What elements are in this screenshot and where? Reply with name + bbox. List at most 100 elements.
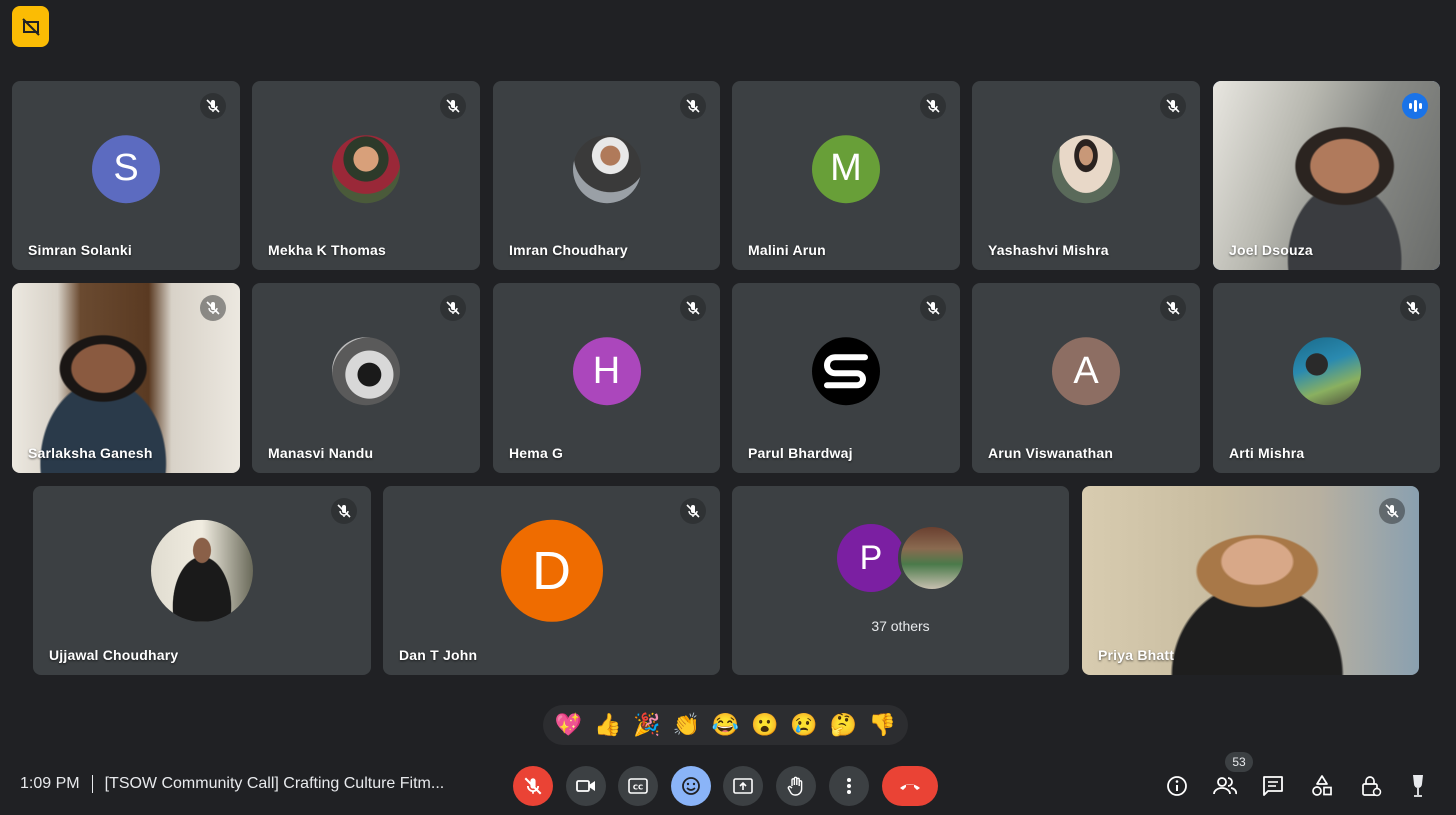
mic-off-icon [200,295,226,321]
leave-call-button[interactable] [882,766,938,806]
avatar [332,134,400,203]
presentation-badge[interactable] [12,6,49,47]
mic-off-icon [440,93,466,119]
mic-off-icon [1160,93,1186,119]
hang-up-icon [900,784,920,790]
participant-tile[interactable]: S Simran Solanki [12,81,240,270]
camera-toggle-button[interactable] [566,766,606,806]
others-tile[interactable]: P 37 others [732,486,1069,675]
thumbs-down-reaction[interactable]: 👎 [869,714,896,736]
participant-name: Hema G [509,445,564,461]
participant-count-badge: 53 [1225,752,1253,772]
mic-off-icon [1379,498,1405,524]
avatar [151,519,253,622]
participant-tile-active-speaker[interactable]: Joel Dsouza [1213,81,1440,270]
clapping-reaction[interactable]: 👏 [673,714,700,736]
others-count-label: 37 others [871,618,930,634]
mic-toggle-button[interactable] [513,766,553,806]
speaking-indicator-icon [1402,93,1428,119]
participant-name: Sarlaksha Ganesh [28,445,153,461]
participant-tile[interactable]: Mekha K Thomas [252,81,480,270]
avatar [572,134,641,203]
people-icon [1213,777,1237,795]
participant-name: Manasvi Nandu [268,445,374,461]
closed-captions-icon: CC [628,778,648,794]
divider [91,775,93,793]
glass-icon [1413,775,1423,797]
activities-button[interactable] [1308,772,1336,800]
mic-off-icon [680,93,706,119]
participant-name: Yashashvi Mishra [988,242,1109,258]
avatar: H [572,337,641,406]
avatar [332,337,400,406]
thinking-reaction[interactable]: 🤔 [829,714,856,736]
participant-tile[interactable]: Manasvi Nandu [252,283,480,473]
people-button[interactable] [1211,772,1239,800]
participant-tile[interactable]: Priya Bhatt [1082,486,1419,675]
participant-name: Parul Bhardwaj [748,445,853,461]
mic-off-icon [200,93,226,119]
avatar [812,337,880,406]
present-screen-button[interactable] [723,766,763,806]
participant-name: Simran Solanki [28,242,132,258]
participant-tile[interactable]: D Dan T John [383,486,720,675]
more-vert-icon [847,778,851,794]
avatar: S [92,134,160,203]
participant-tile[interactable]: A Arun Viswanathan [972,283,1200,473]
participant-tile[interactable]: H Hema G [493,283,720,473]
mic-off-icon [524,777,542,795]
avatar [898,524,966,592]
captions-button[interactable]: CC [618,766,658,806]
lock-person-icon [1362,776,1382,797]
chat-button[interactable] [1259,772,1287,800]
laughing-reaction[interactable]: 😂 [712,714,739,736]
participant-tile[interactable]: Yashashvi Mishra [972,81,1200,270]
no-presentation-icon [21,17,40,36]
mic-off-icon [920,93,946,119]
sparkling-heart-reaction[interactable]: 💖 [555,714,582,736]
participant-tile[interactable]: Ujjawal Choudhary [33,486,371,675]
participant-name: Joel Dsouza [1229,242,1313,258]
participant-name: Arun Viswanathan [988,445,1114,461]
participant-name: Ujjawal Choudhary [49,647,179,663]
meeting-title: [TSOW Community Call] Crafting Culture F… [104,775,445,793]
s-logo-icon [824,354,868,389]
mic-off-icon [680,498,706,524]
avatar: A [1052,337,1120,406]
mic-off-icon [680,295,706,321]
avatar [1292,337,1361,406]
participant-name: Imran Choudhary [509,242,628,258]
participant-tile[interactable]: Arti Mishra [1213,283,1440,473]
emoji-smile-icon [682,777,700,795]
host-controls-button[interactable] [1357,772,1385,800]
raise-hand-button[interactable] [776,766,816,806]
avatar: D [500,519,603,622]
companion-button[interactable] [1404,772,1432,800]
meeting-info: 1:09 PM [TSOW Community Call] Crafting Cu… [20,775,444,793]
participant-name: Mekha K Thomas [268,242,386,258]
svg-text:CC: CC [633,784,643,792]
mic-off-icon [331,498,357,524]
meeting-time: 1:09 PM [20,775,80,793]
more-options-button[interactable] [829,766,869,806]
avatar [1052,134,1120,203]
thumbs-up-reaction[interactable]: 👍 [594,714,621,736]
mic-off-icon [920,295,946,321]
participant-tile[interactable]: Sarlaksha Ganesh [12,283,240,473]
meeting-details-button[interactable] [1163,772,1191,800]
reactions-bar: 💖 👍 🎉 👏 😂 😮 😢 🤔 👎 [543,705,908,745]
mic-off-icon [1160,295,1186,321]
surprised-reaction[interactable]: 😮 [751,714,778,736]
participant-name: Priya Bhatt [1098,647,1175,663]
participant-name: Dan T John [399,647,478,663]
mic-off-icon [440,295,466,321]
party-popper-reaction[interactable]: 🎉 [633,714,660,736]
crying-reaction[interactable]: 😢 [790,714,817,736]
participant-tile[interactable]: Parul Bhardwaj [732,283,960,473]
participant-tile[interactable]: M Malini Arun [732,81,960,270]
avatar: M [812,134,880,203]
reactions-button[interactable] [671,766,711,806]
avatar: P [837,524,905,592]
participant-name: Malini Arun [748,242,826,258]
participant-tile[interactable]: Imran Choudhary [493,81,720,270]
